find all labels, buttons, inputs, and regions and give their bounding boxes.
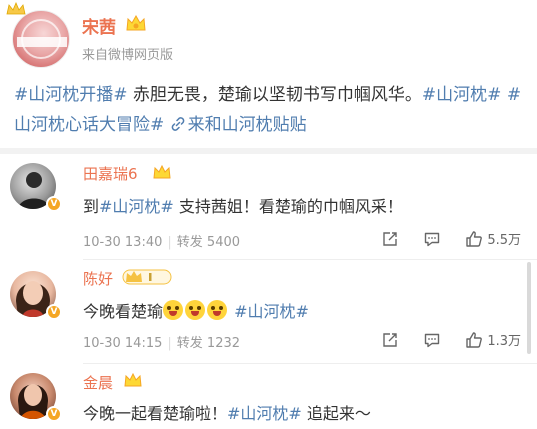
weibo-post: 宋茜 来自微博网页版 #山河枕开播# 赤胆无畏，楚瑜以坚韧书写巾帼风华。#山河枕… bbox=[0, 0, 537, 148]
verified-icon: V bbox=[46, 406, 62, 422]
commenter-name[interactable]: 陈好 bbox=[83, 268, 113, 289]
comment-text-prefix: 今晚看楚瑜 bbox=[83, 302, 164, 321]
comment-text-suffix: 支持茜姐！看楚瑜的巾帼风采！ bbox=[173, 197, 403, 216]
emoji-icon bbox=[207, 300, 228, 320]
vip-crown-icon bbox=[153, 164, 171, 179]
post-body: #山河枕开播# 赤胆无畏，楚瑜以坚韧书写巾帼风华。#山河枕# #山河枕心话大冒险… bbox=[14, 80, 524, 140]
comment-text: 今晚看楚瑜 #山河枕# bbox=[83, 298, 309, 322]
commenter-name[interactable]: 金晨 bbox=[83, 372, 113, 393]
comment-time: 10-30 13:40 bbox=[83, 235, 163, 250]
crown-icon bbox=[6, 2, 26, 15]
author-name[interactable]: 宋茜 bbox=[82, 13, 116, 38]
comment-button[interactable] bbox=[423, 230, 441, 248]
like-button[interactable]: 5.5万 bbox=[465, 229, 521, 248]
comment-meta: 10-30 14:15 | 转发 1232 bbox=[83, 332, 240, 351]
post-text-segment: 赤胆无畏，楚瑜以坚韧书写巾帼风华。 bbox=[127, 85, 422, 105]
topic-link[interactable]: 来和山河枕贴贴 bbox=[170, 115, 307, 135]
repost-label[interactable]: 转发 bbox=[177, 336, 203, 351]
repost-label[interactable]: 转发 bbox=[177, 235, 203, 250]
comment-text: 到#山河枕# 支持茜姐！看楚瑜的巾帼风采！ bbox=[83, 193, 403, 217]
comment-text: 今晚一起看楚瑜啦！#山河枕# 追起来～ bbox=[83, 400, 371, 424]
comment-item: V 田嘉瑞6 到#山河枕# 支持茜姐！看楚瑜的巾帼风采！ 10-30 13:40… bbox=[0, 154, 537, 260]
repost-count: 1232 bbox=[206, 336, 241, 351]
emoji-icon bbox=[185, 300, 206, 320]
verified-icon: V bbox=[46, 196, 62, 212]
scrollbar[interactable] bbox=[527, 262, 531, 354]
like-count: 1.3万 bbox=[487, 334, 521, 349]
vip-crown-icon bbox=[124, 372, 142, 387]
comment-icon bbox=[425, 232, 440, 246]
emoji-icon bbox=[163, 300, 184, 320]
comment-meta: 10-30 13:40 | 转发 5400 bbox=[83, 231, 240, 250]
repost-count: 5400 bbox=[206, 235, 241, 250]
like-button[interactable]: 1.3万 bbox=[465, 330, 521, 349]
like-icon bbox=[466, 230, 483, 247]
like-count: 5.5万 bbox=[487, 233, 521, 248]
hashtag-link[interactable]: #山河枕# bbox=[227, 404, 302, 423]
share-icon bbox=[383, 231, 398, 246]
hashtag-link[interactable]: #山河枕# bbox=[234, 302, 309, 321]
fan-level-badge-icon bbox=[122, 269, 172, 285]
author-avatar[interactable] bbox=[12, 10, 70, 68]
comment-time: 10-30 14:15 bbox=[83, 336, 163, 351]
comment-actions: 5.5万 bbox=[357, 229, 521, 248]
share-icon bbox=[383, 332, 398, 347]
hashtag-link[interactable]: #山河枕# bbox=[99, 197, 174, 216]
topic-link-label: 来和山河枕贴贴 bbox=[187, 115, 307, 135]
comment-item: V 金晨 今晚一起看楚瑜啦！#山河枕# 追起来～ bbox=[0, 364, 537, 429]
share-button[interactable] bbox=[381, 230, 399, 248]
comment-button[interactable] bbox=[423, 331, 441, 349]
comment-item: V 陈好 今晚看楚瑜 #山河枕# 10-30 14:15 | 转发 1232 1.3… bbox=[0, 260, 537, 364]
share-button[interactable] bbox=[381, 331, 399, 349]
comment-text-prefix: 今晚一起看楚瑜啦！ bbox=[83, 404, 228, 423]
commenter-name[interactable]: 田嘉瑞6 bbox=[83, 163, 138, 184]
comment-text-suffix: 追起来～ bbox=[301, 404, 371, 423]
hashtag-link[interactable]: #山河枕# bbox=[422, 85, 502, 105]
verified-icon: V bbox=[46, 304, 62, 320]
comment-actions: 1.3万 bbox=[357, 330, 521, 349]
hashtag-link[interactable]: #山河枕开播# bbox=[14, 85, 128, 105]
comment-text-prefix: 到 bbox=[83, 197, 100, 216]
avatar-banner bbox=[17, 37, 67, 47]
vip-badge-icon bbox=[126, 14, 146, 31]
comment-icon bbox=[425, 333, 440, 347]
post-source: 来自微博网页版 bbox=[82, 48, 174, 63]
link-icon bbox=[171, 117, 184, 131]
like-icon bbox=[466, 331, 483, 348]
meta-separator: | bbox=[167, 336, 172, 351]
meta-separator: | bbox=[167, 235, 172, 250]
